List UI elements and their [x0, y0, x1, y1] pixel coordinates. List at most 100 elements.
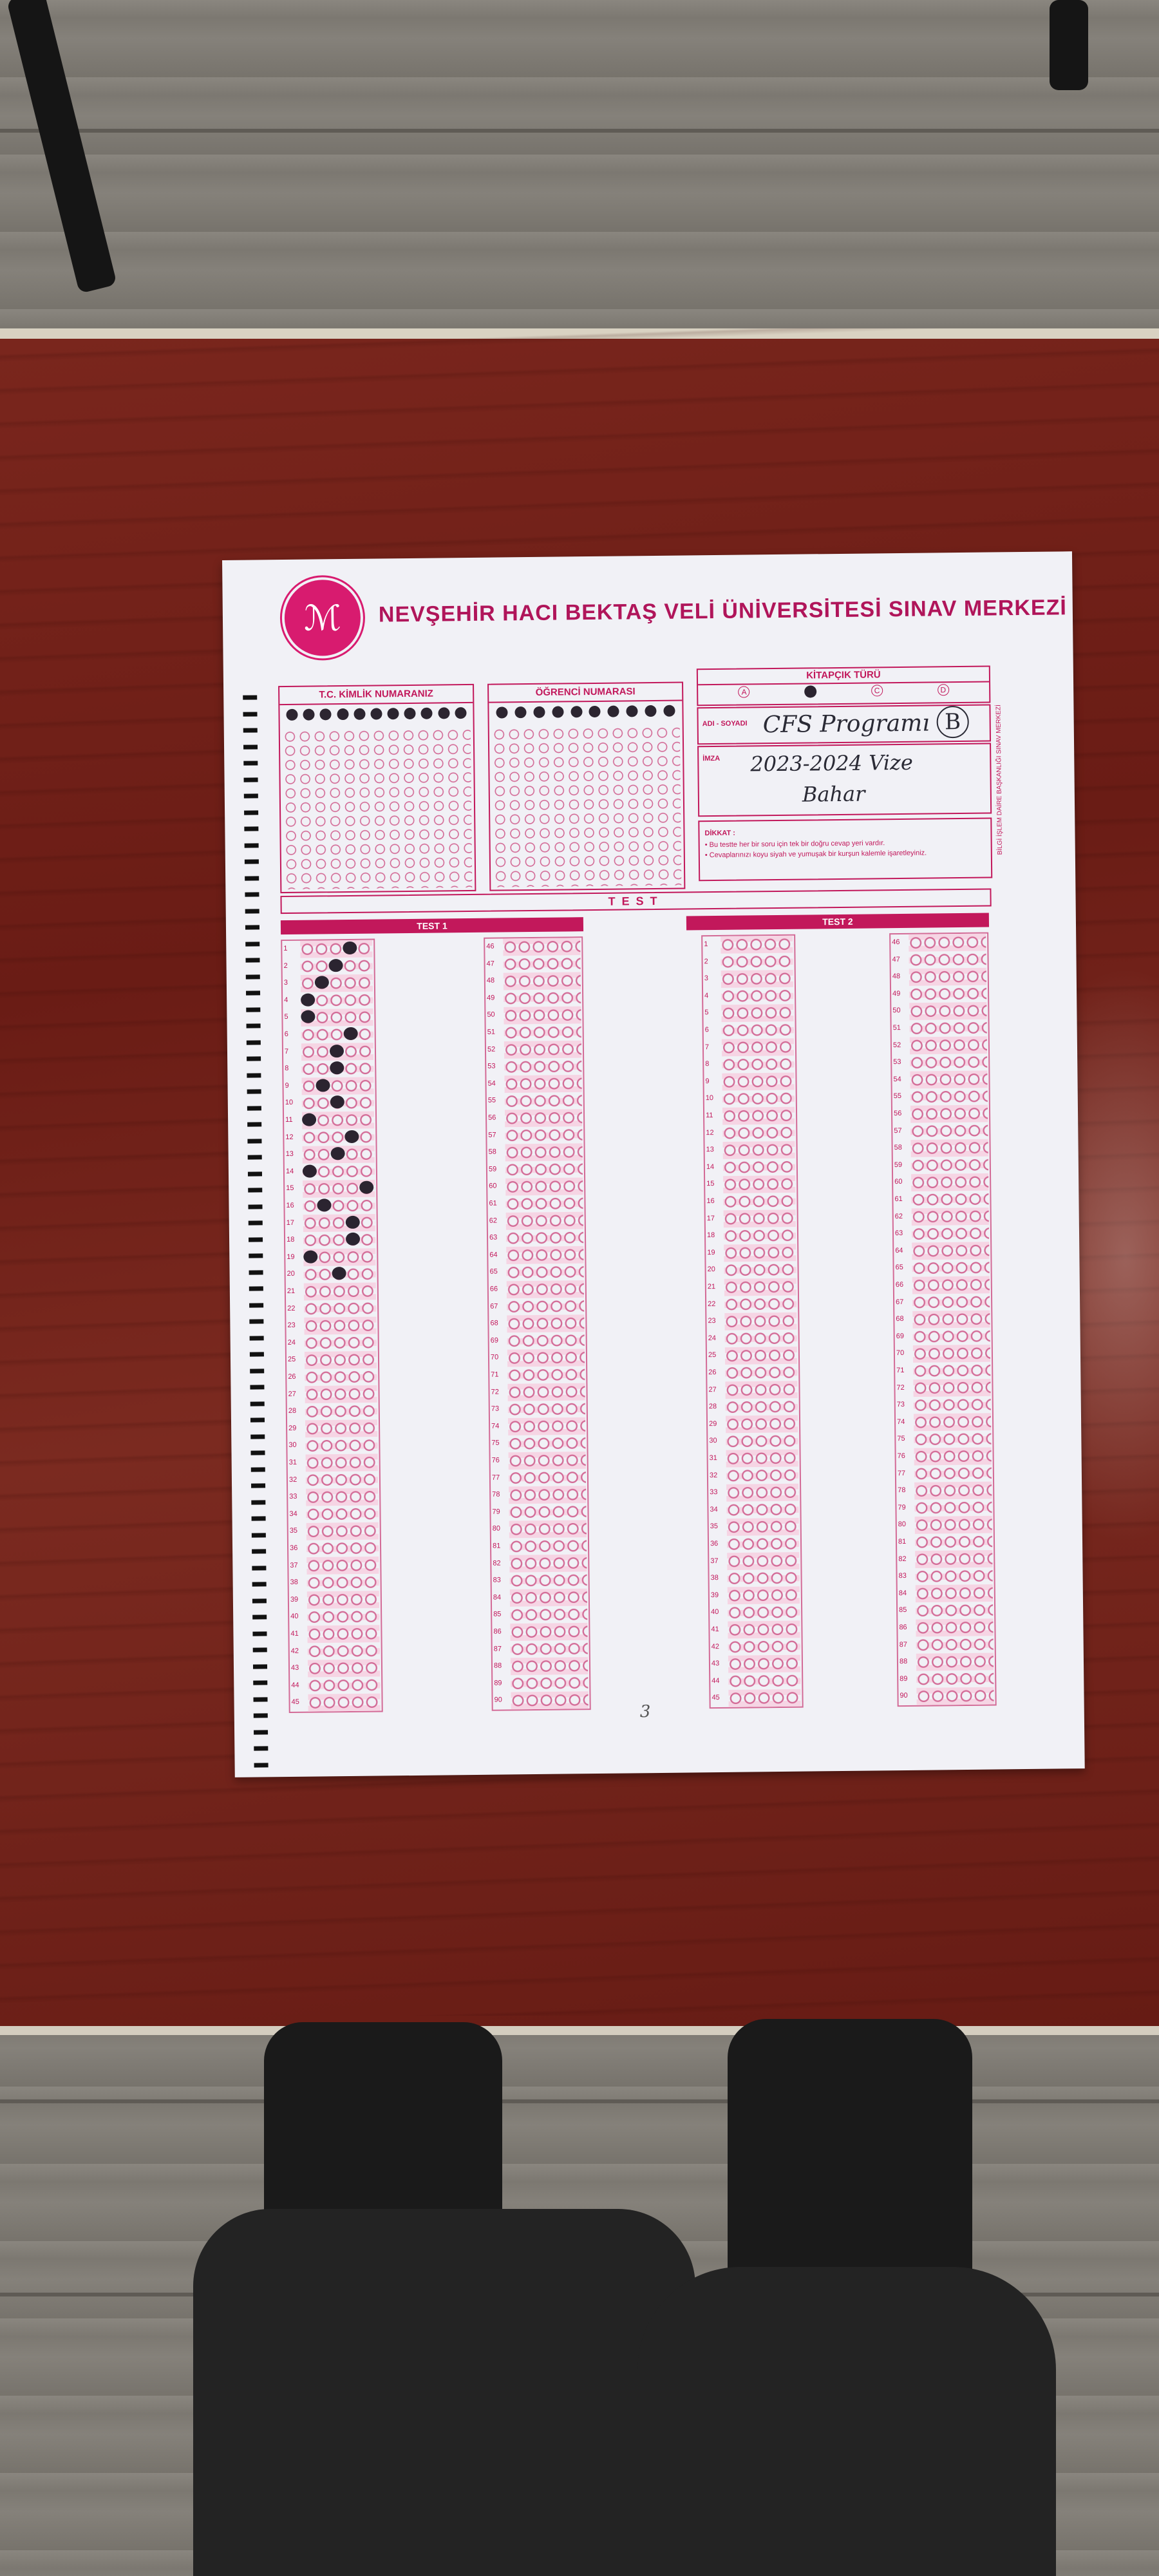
university-logo: ℳ: [281, 576, 364, 659]
question-number: 29: [288, 1424, 297, 1432]
timing-mark: [247, 1072, 261, 1078]
timing-mark: [250, 1450, 265, 1455]
question-number: 65: [489, 1267, 498, 1276]
timing-mark: [252, 1663, 268, 1669]
timing-mark: [252, 1647, 267, 1653]
timing-mark: [243, 711, 258, 717]
question-number: 9: [705, 1077, 710, 1085]
timing-mark: [250, 1368, 265, 1374]
question-number: 31: [288, 1458, 297, 1466]
question-number: 14: [285, 1167, 294, 1175]
question-number: 39: [290, 1595, 299, 1604]
test-2-header: TEST 2: [686, 913, 990, 931]
question-number: 12: [285, 1133, 294, 1141]
question-number: 75: [897, 1435, 905, 1443]
question-number: 37: [290, 1561, 298, 1569]
question-number: 65: [895, 1264, 903, 1272]
timing-mark: [250, 1417, 265, 1423]
question-number: 30: [288, 1441, 297, 1450]
name-box: ADI - SOYADI CFS Programı B: [697, 704, 992, 745]
filled-answer-mark: [316, 1079, 330, 1092]
question-number: 64: [895, 1246, 903, 1255]
timing-mark: [248, 1220, 263, 1226]
question-number: 4: [284, 996, 288, 1004]
question-number: 57: [894, 1126, 902, 1135]
question-number: 81: [898, 1537, 907, 1546]
timing-mark: [253, 1696, 268, 1702]
filled-answer-mark: [345, 1215, 360, 1229]
question-number: 79: [492, 1508, 500, 1516]
question-number: 54: [893, 1075, 901, 1083]
question-number: 53: [893, 1058, 901, 1066]
timing-mark: [251, 1516, 266, 1521]
question-number: 24: [708, 1334, 717, 1342]
question-number: 74: [491, 1422, 500, 1430]
question-number: 18: [706, 1231, 715, 1240]
question-number: 80: [898, 1520, 907, 1529]
right-pant-leg: [637, 2267, 1056, 2576]
handwritten-name: CFS Programı: [762, 710, 930, 739]
question-number: 68: [490, 1319, 498, 1327]
question-number: 80: [492, 1524, 501, 1533]
question-number: 31: [709, 1454, 717, 1463]
question-number: 70: [490, 1353, 499, 1362]
question-number: 22: [708, 1300, 716, 1308]
timing-mark: [252, 1598, 267, 1604]
question-number: 7: [704, 1043, 710, 1051]
question-number: 75: [491, 1439, 500, 1448]
timing-mark: [243, 793, 258, 799]
question-number: 58: [488, 1148, 496, 1156]
question-number: 13: [706, 1146, 714, 1154]
optical-answer-sheet: ℳ NEVŞEHİR HACI BEKTAŞ VELİ ÜNİVERSİTESİ…: [222, 551, 1085, 1777]
name-label: ADI - SOYADI: [702, 719, 748, 728]
question-number: 49: [892, 989, 901, 998]
student-number-box: ÖĞRENCİ NUMARASI: [487, 681, 686, 891]
question-number: 20: [287, 1270, 295, 1278]
question-number: 69: [490, 1336, 499, 1345]
question-number: 83: [898, 1572, 907, 1580]
filled-answer-mark: [329, 1044, 344, 1057]
question-number: 88: [493, 1662, 502, 1670]
question-number: 68: [896, 1315, 904, 1323]
question-number: 24: [287, 1338, 296, 1347]
timing-mark: [249, 1335, 264, 1341]
question-number: 25: [708, 1351, 717, 1359]
answer-bubbles: [721, 935, 801, 1707]
timing-mark: [248, 1204, 263, 1209]
question-number: 42: [711, 1642, 720, 1651]
timing-mark: [252, 1549, 267, 1554]
question-number: 67: [896, 1298, 904, 1306]
question-number: 85: [899, 1606, 907, 1615]
question-number: 50: [487, 1010, 495, 1019]
question-number: 14: [706, 1162, 715, 1171]
question-number: 61: [894, 1195, 903, 1204]
right-shoe: [728, 2019, 972, 2289]
question-number: 38: [290, 1578, 298, 1587]
timing-mark: [246, 1039, 261, 1045]
question-number: 37: [710, 1557, 719, 1565]
question-number: 61: [489, 1199, 497, 1208]
question-number: 88: [899, 1658, 908, 1666]
question-number: 45: [711, 1694, 720, 1702]
timing-mark: [249, 1269, 263, 1275]
question-number: 16: [286, 1201, 294, 1210]
timing-mark: [254, 1762, 269, 1768]
question-number: 87: [899, 1640, 908, 1649]
answer-column: 1 2 3 4 5 6 7 8 9 10 11 12 13 14 15 16 17 18 19 20 21 22 23 24 2…: [701, 934, 804, 1709]
timing-mark: [243, 777, 258, 782]
question-number: 33: [710, 1488, 718, 1497]
answer-column: 46 47 48 49 50 51 52 53 54 55 56 57 58 59 60 61 62 63 64 65…: [889, 932, 997, 1707]
question-number: 48: [486, 976, 495, 985]
question-number: 63: [489, 1233, 498, 1242]
question-number: 15: [286, 1184, 294, 1193]
question-number: 29: [709, 1419, 717, 1428]
booklet-option-c: C: [871, 685, 883, 697]
question-number: 13: [285, 1150, 294, 1159]
question-number: 28: [288, 1407, 297, 1416]
question-number: 26: [708, 1368, 717, 1377]
question-number: 21: [287, 1287, 296, 1296]
id-number-box: T.C. KİMLİK NUMARANIZ: [278, 683, 476, 894]
question-number: 47: [892, 955, 900, 963]
timing-mark: [243, 744, 258, 750]
timing-mark: [249, 1236, 263, 1242]
